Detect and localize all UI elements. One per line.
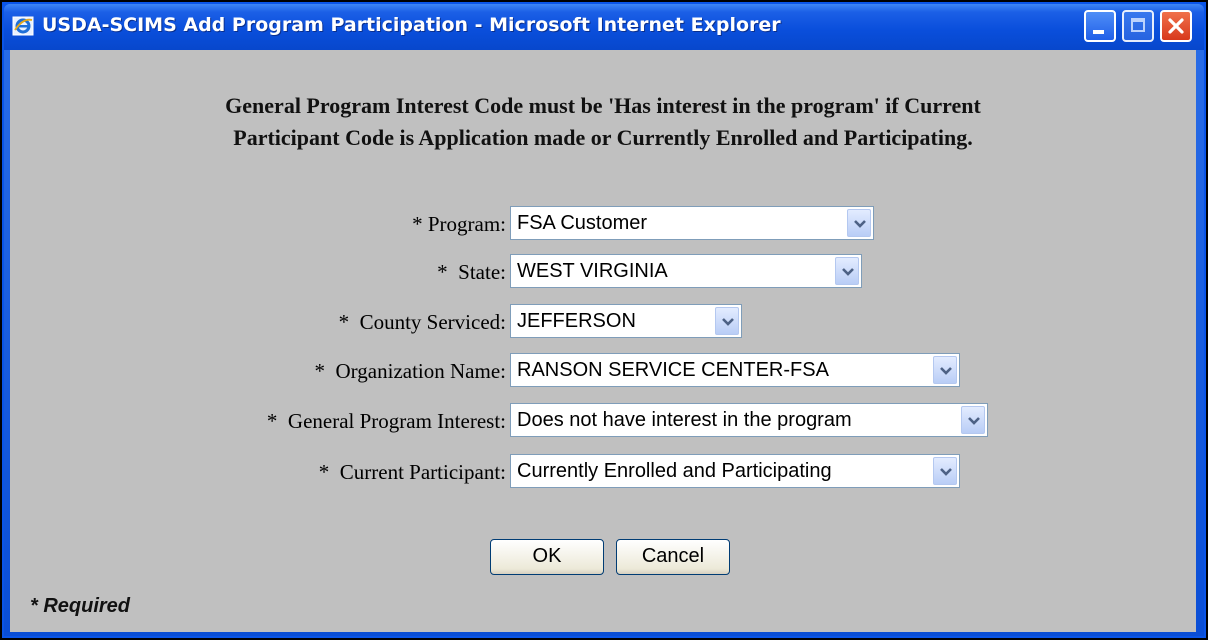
participant-value: Currently Enrolled and Participating <box>517 460 832 482</box>
message-line-2: Participant Code is Application made or … <box>233 125 973 150</box>
outer-frame: USDA-SCIMS Add Program Participation - M… <box>0 0 1208 640</box>
title-bar[interactable]: USDA-SCIMS Add Program Participation - M… <box>4 4 1204 50</box>
dropdown-arrow-icon[interactable] <box>961 406 985 434</box>
organization-label: * Organization Name: <box>314 359 506 383</box>
county-label: * County Serviced: <box>338 310 506 334</box>
participant-select[interactable]: Currently Enrolled and Participating <box>510 454 960 488</box>
program-select[interactable]: FSA Customer <box>510 206 874 240</box>
participant-label: * Current Participant: <box>318 460 506 484</box>
dropdown-arrow-icon[interactable] <box>715 307 739 335</box>
state-value: WEST VIRGINIA <box>517 260 668 282</box>
minimize-icon <box>1093 30 1104 34</box>
message-line-1: General Program Interest Code must be 'H… <box>225 93 981 118</box>
dropdown-arrow-icon[interactable] <box>835 257 859 285</box>
state-label: * State: <box>437 260 506 284</box>
dialog-content: General Program Interest Code must be 'H… <box>10 50 1196 632</box>
program-value: FSA Customer <box>517 212 648 234</box>
close-button[interactable] <box>1160 10 1192 42</box>
organization-select[interactable]: RANSON SERVICE CENTER-FSA <box>510 353 960 387</box>
window-bottom-border <box>4 632 1204 636</box>
interest-value: Does not have interest in the program <box>517 409 852 431</box>
window-title: USDA-SCIMS Add Program Participation - M… <box>42 14 781 36</box>
dropdown-arrow-icon[interactable] <box>933 457 957 485</box>
maximize-button[interactable] <box>1122 10 1154 42</box>
internet-explorer-icon <box>12 16 34 36</box>
ie-popup-window: USDA-SCIMS Add Program Participation - M… <box>4 4 1204 636</box>
required-note: * Required <box>30 595 131 617</box>
dropdown-arrow-icon[interactable] <box>847 209 871 237</box>
ok-button[interactable]: OK <box>490 539 604 575</box>
county-value: JEFFERSON <box>517 310 636 332</box>
validation-message: General Program Interest Code must be 'H… <box>10 90 1196 154</box>
minimize-button[interactable] <box>1084 10 1116 42</box>
interest-select[interactable]: Does not have interest in the program <box>510 403 988 437</box>
state-select[interactable]: WEST VIRGINIA <box>510 254 862 288</box>
program-label: * Program: <box>412 212 506 236</box>
organization-value: RANSON SERVICE CENTER-FSA <box>517 359 829 381</box>
maximize-icon <box>1131 18 1145 32</box>
close-icon <box>1168 18 1184 34</box>
cancel-button[interactable]: Cancel <box>616 539 730 575</box>
county-select[interactable]: JEFFERSON <box>510 304 742 338</box>
interest-label: * General Program Interest: <box>266 409 506 433</box>
dropdown-arrow-icon[interactable] <box>933 356 957 384</box>
